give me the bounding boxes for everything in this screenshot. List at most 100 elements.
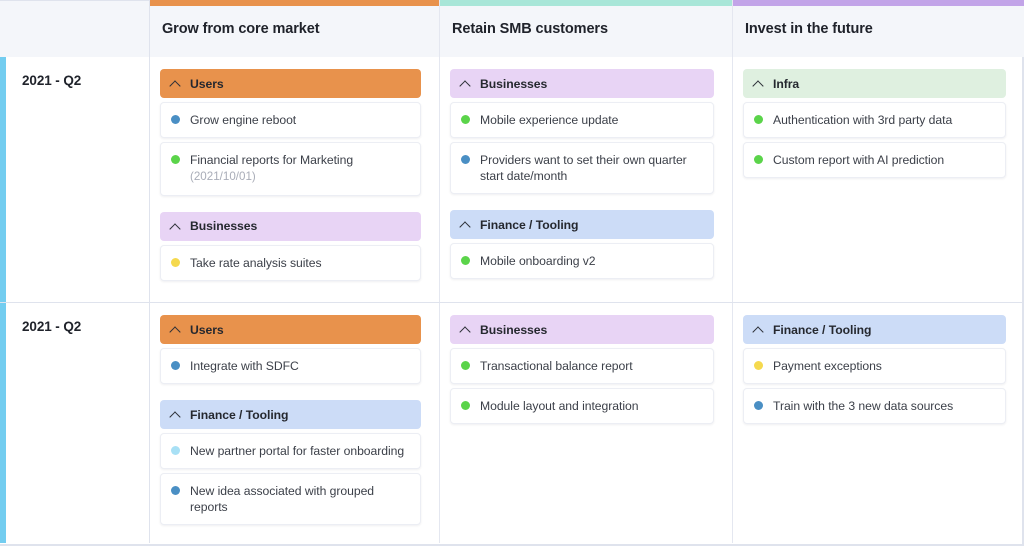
chevron-up-icon[interactable] — [753, 78, 764, 89]
board-header-row: Grow from core market Retain SMB custome… — [0, 0, 1024, 57]
status-dot-icon — [171, 257, 180, 267]
chevron-up-icon[interactable] — [170, 324, 181, 335]
column-header-1[interactable]: Retain SMB customers — [440, 0, 733, 57]
item-label: Financial reports for Marketing — [190, 153, 354, 168]
group-title: Businesses — [480, 76, 548, 91]
status-dot-icon — [171, 155, 180, 165]
item-label: Mobile experience update — [480, 113, 619, 127]
roadmap-item-card[interactable]: Financial reports for Marketing (2021/10/… — [160, 142, 421, 196]
item-text-wrap: Take rate analysis suites — [190, 255, 322, 271]
status-dot-icon — [461, 256, 470, 266]
board-rows: 2021 - Q2 Users Grow engine reboot Financia… — [0, 57, 1022, 543]
roadmap-item-card[interactable]: Grow engine reboot — [160, 102, 421, 139]
group-title: Finance / Tooling — [773, 322, 872, 337]
group-header[interactable]: Businesses — [160, 211, 421, 241]
card-group: Businesses Take rate analysis suites — [160, 211, 421, 281]
status-dot-icon — [171, 361, 180, 370]
column-title-2: Invest in the future — [745, 20, 873, 37]
column-header-2[interactable]: Invest in the future — [733, 0, 1024, 57]
item-text-wrap: Providers want to set their own quarter … — [480, 152, 703, 184]
group-title: Finance / Tooling — [480, 217, 579, 232]
roadmap-item-card[interactable]: Mobile experience update — [450, 102, 714, 139]
roadmap-item-card[interactable]: Transactional balance report — [450, 348, 714, 385]
column-accent-bar-2 — [733, 0, 1024, 6]
lane-cell[interactable]: Businesses Transactional balance report Mo… — [440, 303, 733, 543]
group-title: Businesses — [480, 322, 548, 337]
item-text-wrap: Authentication with 3rd party data — [773, 112, 952, 128]
item-text-wrap: Transactional balance report — [480, 358, 633, 374]
chevron-up-icon[interactable] — [460, 78, 471, 89]
item-label: Providers want to set their own quarter … — [480, 153, 687, 184]
group-title: Infra — [773, 76, 800, 91]
status-dot-icon — [754, 401, 763, 411]
item-text-wrap: Grow engine reboot — [190, 112, 296, 128]
column-title-0: Grow from core market — [162, 20, 320, 37]
status-dot-icon — [754, 115, 763, 124]
roadmap-item-card[interactable]: New idea associated with grouped reports — [160, 473, 421, 526]
group-header[interactable]: Finance / Tooling — [450, 210, 714, 240]
group-title: Businesses — [190, 219, 258, 234]
item-text-wrap: New partner portal for faster onboarding — [190, 443, 404, 459]
chevron-up-icon[interactable] — [170, 221, 181, 232]
item-label: Custom report with AI prediction — [773, 153, 945, 168]
roadmap-item-card[interactable]: Train with the 3 new data sources — [743, 388, 1006, 425]
roadmap-item-card[interactable]: Module layout and integration — [450, 388, 714, 425]
card-group: Users Integrate with SDFC — [160, 315, 421, 385]
header-corner-cell — [0, 0, 150, 57]
group-title: Finance / Tooling — [190, 407, 289, 422]
status-dot-icon — [461, 401, 470, 411]
status-dot-icon — [754, 361, 763, 370]
quarter-row: 2021 - Q2 Users Grow engine reboot Financia… — [0, 57, 1022, 303]
chevron-up-icon[interactable] — [170, 78, 181, 89]
row-accent-stripe — [0, 303, 6, 543]
item-text-wrap: Custom report with AI prediction — [773, 152, 944, 168]
quarter-row: 2021 - Q2 Users Integrate with SDFC Finance… — [0, 303, 1022, 543]
lane-cell[interactable]: Finance / Tooling Payment exceptions Train… — [733, 303, 1024, 543]
roadmap-item-card[interactable]: Payment exceptions — [743, 348, 1006, 385]
lane-cell[interactable]: Users Grow engine reboot Financial reports… — [150, 57, 440, 302]
row-accent-stripe — [0, 57, 6, 302]
roadmap-item-card[interactable]: Take rate analysis suites — [160, 244, 421, 281]
roadmap-item-card[interactable]: Integrate with SDFC — [160, 348, 421, 385]
status-dot-icon — [754, 155, 763, 165]
item-label: New partner portal for faster onboarding — [190, 444, 405, 459]
item-label: New idea associated with grouped reports — [190, 484, 375, 515]
card-group: Finance / Tooling Mobile onboarding v2 — [450, 210, 714, 280]
chevron-up-icon[interactable] — [753, 324, 764, 335]
status-dot-icon — [171, 115, 180, 124]
roadmap-item-card[interactable]: Custom report with AI prediction — [743, 142, 1006, 179]
item-text-wrap: Module layout and integration — [480, 398, 639, 414]
group-header[interactable]: Businesses — [450, 315, 714, 344]
card-group: Users Grow engine reboot Financial reports… — [160, 69, 421, 196]
group-header[interactable]: Finance / Tooling — [743, 315, 1006, 344]
column-title-1: Retain SMB customers — [452, 20, 608, 37]
lane-cell[interactable]: Infra Authentication with 3rd party data C… — [733, 57, 1024, 302]
item-date: (2021/10/01) — [190, 170, 256, 184]
chevron-up-icon[interactable] — [460, 324, 471, 335]
lane-cell[interactable]: Businesses Mobile experience update Provid… — [440, 57, 733, 302]
column-header-0[interactable]: Grow from core market — [150, 0, 440, 57]
group-header[interactable]: Users — [160, 69, 421, 98]
item-label: Authentication with 3rd party data — [773, 113, 953, 127]
card-group: Businesses Transactional balance report Mo… — [450, 315, 714, 425]
group-header[interactable]: Infra — [743, 69, 1006, 98]
roadmap-item-card[interactable]: Authentication with 3rd party data — [743, 102, 1006, 139]
roadmap-item-card[interactable]: Mobile onboarding v2 — [450, 243, 714, 280]
roadmap-item-card[interactable]: New partner portal for faster onboarding — [160, 433, 421, 470]
chevron-up-icon[interactable] — [460, 219, 471, 230]
group-header[interactable]: Finance / Tooling — [160, 400, 421, 430]
lane-cell[interactable]: Users Integrate with SDFC Finance / Toolin… — [150, 303, 440, 543]
chevron-up-icon[interactable] — [170, 409, 181, 420]
group-header[interactable]: Businesses — [450, 69, 714, 98]
group-title: Users — [190, 322, 224, 337]
item-text-wrap: Integrate with SDFC — [190, 358, 299, 374]
item-label: Transactional balance report — [480, 359, 633, 373]
item-text-wrap: Financial reports for Marketing (2021/10/… — [190, 152, 353, 186]
quarter-label: 2021 - Q2 — [22, 73, 82, 88]
quarter-cell: 2021 - Q2 — [0, 303, 150, 543]
group-header[interactable]: Users — [160, 315, 421, 344]
item-label: Module layout and integration — [480, 399, 639, 414]
roadmap-item-card[interactable]: Providers want to set their own quarter … — [450, 142, 714, 195]
card-group: Finance / Tooling New partner portal for … — [160, 400, 421, 526]
item-text-wrap: Train with the 3 new data sources — [773, 398, 953, 414]
